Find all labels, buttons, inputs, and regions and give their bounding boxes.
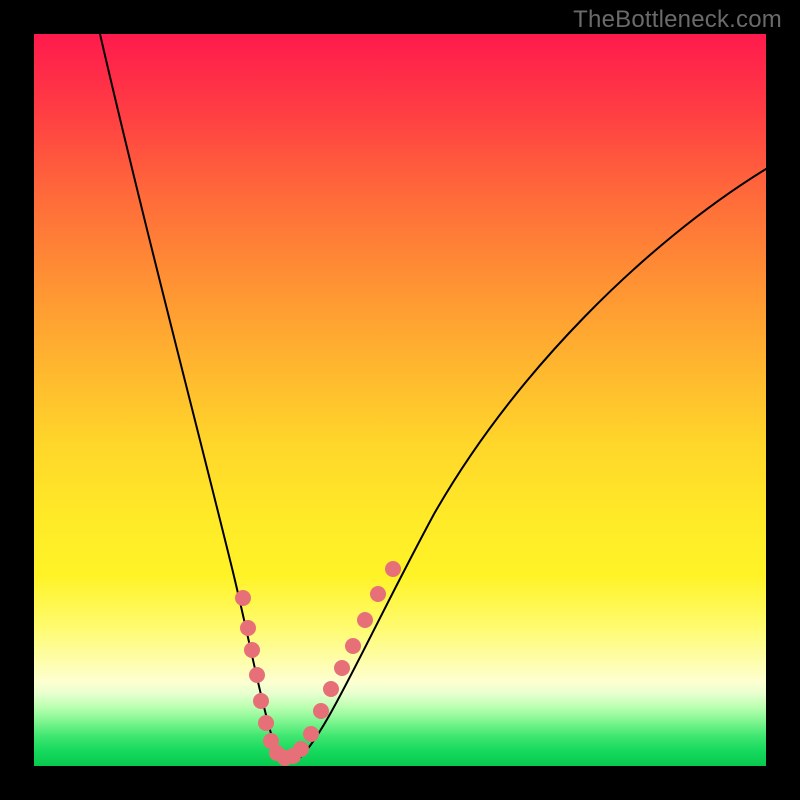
watermark-text: TheBottleneck.com bbox=[573, 6, 782, 34]
data-dot bbox=[244, 642, 260, 658]
data-dot bbox=[240, 620, 256, 636]
data-dot bbox=[253, 693, 269, 709]
data-dot bbox=[235, 590, 251, 606]
curve-svg bbox=[34, 34, 766, 766]
data-dot bbox=[370, 586, 386, 602]
data-dot bbox=[258, 715, 274, 731]
data-dot bbox=[293, 741, 309, 757]
data-dot bbox=[345, 638, 361, 654]
data-dot bbox=[313, 703, 329, 719]
data-dot bbox=[303, 726, 319, 742]
chart-frame: TheBottleneck.com bbox=[0, 0, 800, 800]
data-dot bbox=[249, 667, 265, 683]
data-dot bbox=[385, 561, 401, 577]
plot-area bbox=[34, 34, 766, 766]
data-dot bbox=[323, 681, 339, 697]
data-dot bbox=[357, 612, 373, 628]
data-dot bbox=[334, 660, 350, 676]
bottleneck-curve bbox=[100, 34, 766, 762]
